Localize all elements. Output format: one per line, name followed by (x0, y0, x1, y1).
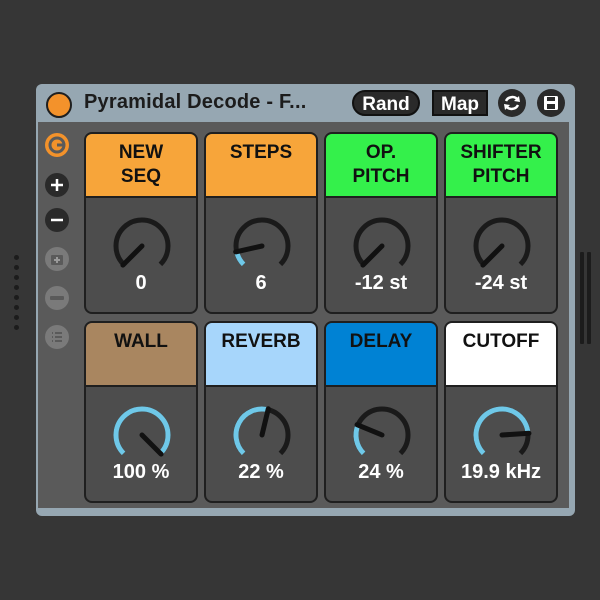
knob-cell-op-pitch: OP. PITCH -12 st (324, 132, 438, 314)
left-drag-handle[interactable] (14, 255, 20, 335)
remove-icon[interactable] (44, 285, 70, 311)
knob-dial-delay[interactable] (350, 405, 414, 469)
power-icon[interactable] (46, 92, 72, 118)
refresh-icon[interactable] (498, 89, 526, 117)
level-meter (580, 252, 594, 344)
add-preset-icon[interactable] (44, 246, 70, 272)
knob-dial-new-seq[interactable] (110, 216, 174, 280)
knob-dial-steps[interactable] (230, 216, 294, 280)
knob-pointer (233, 243, 265, 255)
knob-pointer (499, 430, 532, 438)
knob-track (353, 406, 411, 456)
knob-cell-reverb: REVERB 22 % (204, 321, 318, 503)
knob-pointer (480, 243, 505, 268)
knob-label-reverb: REVERB (206, 323, 316, 387)
knob-cell-cutoff: CUTOFF 19.9 kHz (444, 321, 558, 503)
knob-pointer (120, 243, 145, 268)
knob-label-op-pitch: OP. PITCH (326, 134, 436, 198)
knob-value-cutoff: 19.9 kHz (460, 461, 542, 483)
map-button[interactable]: Map (432, 90, 488, 116)
knob-value-steps: 6 (255, 272, 267, 294)
knob-pointer (259, 406, 271, 438)
knob-dial-shifter-pitch[interactable] (470, 216, 534, 280)
knob-track (233, 217, 291, 267)
device-title[interactable]: Pyramidal Decode - F... (84, 91, 306, 114)
device-panel: Pyramidal Decode - F... Rand Map NEW SEQ… (36, 84, 575, 516)
knob-pointer (354, 422, 385, 438)
knob-label-steps: STEPS (206, 134, 316, 198)
knob-cell-delay: DELAY 24 % (324, 321, 438, 503)
knob-track (113, 217, 171, 267)
device-body: NEW SEQ 0 STEPS 6 OP. PITCH -12 st SHIFTER PIT… (38, 122, 569, 508)
knob-pointer (139, 432, 164, 457)
knob-value-new-seq: 0 (135, 272, 147, 294)
knob-value-delay: 24 % (358, 461, 404, 483)
device-titlebar: Pyramidal Decode - F... Rand Map (36, 84, 575, 122)
knob-label-cutoff: CUTOFF (446, 323, 556, 387)
knob-dial-wall[interactable] (110, 405, 174, 469)
knob-value-op-pitch: -12 st (354, 272, 408, 294)
save-icon[interactable] (537, 89, 565, 117)
knob-label-delay: DELAY (326, 323, 436, 387)
knob-label-shifter-pitch: SHIFTER PITCH (446, 134, 556, 198)
minus-icon[interactable] (44, 207, 70, 233)
sequencer-logo-icon[interactable] (44, 132, 70, 158)
knob-cell-shifter-pitch: SHIFTER PITCH -24 st (444, 132, 558, 314)
knob-track (473, 217, 531, 267)
knob-pointer (360, 243, 385, 268)
knob-cell-new-seq: NEW SEQ 0 (84, 132, 198, 314)
knob-cell-steps: STEPS 6 (204, 132, 318, 314)
knob-dial-op-pitch[interactable] (350, 216, 414, 280)
knob-value-arc (113, 406, 171, 456)
knob-track (353, 217, 411, 267)
list-icon[interactable] (44, 324, 70, 350)
knob-label-wall: WALL (86, 323, 196, 387)
knob-dial-cutoff[interactable] (470, 405, 534, 469)
knob-dial-reverb[interactable] (230, 405, 294, 469)
knob-value-reverb: 22 % (238, 461, 284, 483)
knob-value-shifter-pitch: -24 st (474, 272, 528, 294)
knob-value-arc (473, 406, 531, 456)
rand-button[interactable]: Rand (352, 90, 420, 116)
knob-cell-wall: WALL 100 % (84, 321, 198, 503)
knob-value-wall: 100 % (112, 461, 170, 483)
plus-icon[interactable] (44, 172, 70, 198)
knob-label-new-seq: NEW SEQ (86, 134, 196, 198)
